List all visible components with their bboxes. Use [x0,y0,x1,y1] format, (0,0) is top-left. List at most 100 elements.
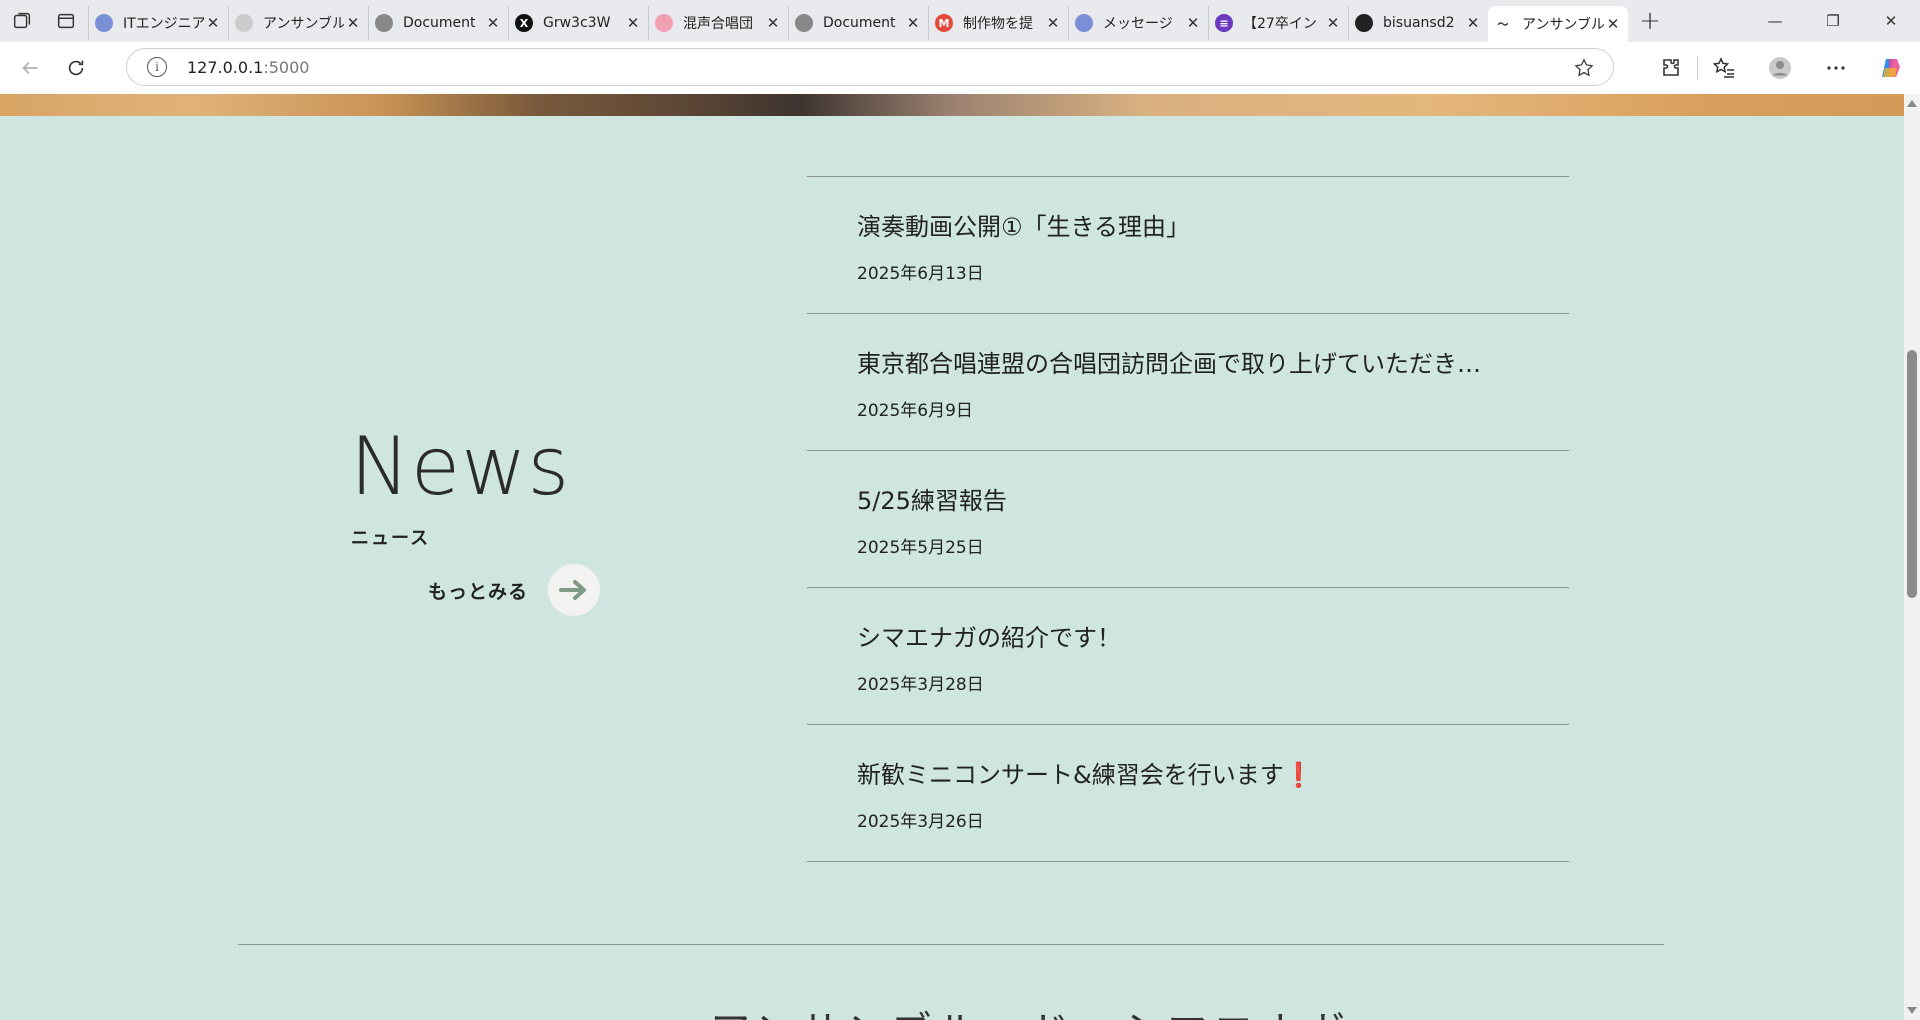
close-tab-icon[interactable]: ✕ [344,14,362,32]
back-button[interactable] [8,46,52,90]
close-tab-icon[interactable]: ✕ [1184,14,1202,32]
close-tab-icon[interactable]: ✕ [1604,15,1622,33]
scroll-up-arrow-icon[interactable] [1907,100,1917,107]
github-icon [1355,14,1373,32]
exclamation-icon: ❗ [1283,761,1314,789]
x-logo-icon: X [515,14,533,32]
back-arrow-icon [22,61,38,75]
more-news-arrow-button[interactable] [548,564,601,616]
window-controls: — ❐ ✕ [1746,0,1920,42]
news-item[interactable]: 新歓ミニコンサート&練習会を行います❗ 2025年3月26日 [807,725,1569,862]
tab-label: メッセージ [1103,16,1173,32]
new-tab-button[interactable]: + [1628,0,1672,42]
news-item[interactable]: 5/25練習報告 2025年5月25日 [807,451,1569,588]
browser-tab[interactable]: 混声合唱団 ✕ [648,6,788,40]
tab-label: bisuansd2 [1383,15,1455,31]
tab-label: Document [823,15,896,31]
news-list: 演奏動画公開①「生きる理由」 2025年6月13日東京都合唱連盟の合唱団訪問企画で… [807,176,1569,862]
browser-tab[interactable]: Document ✕ [788,6,928,40]
toolbar-right [1645,42,1920,94]
site-info-icon[interactable]: i [147,57,167,77]
more-dots-icon [1827,66,1845,70]
form-icon: ≡ [1215,14,1233,32]
profile-button[interactable] [1750,42,1810,94]
news-item-date: 2025年6月13日 [857,264,984,284]
minimize-button[interactable]: — [1746,0,1804,42]
browser-tab[interactable]: 〜アンサンブル ✕ [1488,6,1628,42]
scroll-down-arrow-icon[interactable] [1907,1007,1917,1014]
globe-icon [375,14,393,32]
news-item[interactable]: シマエナガの紹介です！ 2025年3月28日 [807,588,1569,725]
more-news-label: もっとみる [428,580,529,603]
copilot-button[interactable] [1862,42,1920,94]
browser-tab[interactable]: アンサンブル ✕ [228,6,368,40]
page-scrollbar[interactable] [1904,94,1920,1020]
refresh-button[interactable] [54,46,98,90]
tab-label: 混声合唱団 [683,16,753,32]
settings-menu-button[interactable] [1810,42,1862,94]
favorite-star-icon[interactable] [1573,57,1595,79]
close-tab-icon[interactable]: ✕ [624,14,642,32]
news-item-title[interactable]: シマエナガの紹介です！ [857,618,1507,653]
browser-toolbar: i 127.0.0.1:5000 [0,42,1920,95]
globe-blue-icon [95,14,113,32]
hero-image-bottom [0,94,1904,116]
news-item[interactable]: 演奏動画公開①「生きる理由」 2025年6月13日 [807,177,1569,314]
arrow-right-icon [559,580,587,600]
extensions-button[interactable] [1645,42,1697,94]
news-item-title[interactable]: 5/25練習報告 [857,481,1507,516]
news-item-date: 2025年6月9日 [857,401,973,421]
news-item-date: 2025年5月25日 [857,538,984,558]
refresh-icon [68,60,84,76]
section-divider [238,944,1664,945]
browser-tab[interactable]: ≡ 【27卒イン ✕ [1208,6,1348,40]
close-tab-icon[interactable]: ✕ [1044,14,1062,32]
tab-label: 【27卒イン [1243,16,1317,32]
browser-tab[interactable]: M 制作物を提 ✕ [928,6,1068,40]
news-item-title-text: 新歓ミニコンサート&練習会を行います [857,761,1284,789]
news-item-title-text: シマエナガの紹介です！ [857,624,1121,652]
close-tab-icon[interactable]: ✕ [904,14,922,32]
close-tab-icon[interactable]: ✕ [764,14,782,32]
close-tab-icon[interactable]: ✕ [1464,14,1482,32]
browser-tab[interactable]: Document ✕ [368,6,508,40]
tab-label: Document [403,15,476,31]
tab-label: アンサンブル [1522,17,1604,33]
news-item[interactable]: 東京都合唱連盟の合唱団訪問企画で取り上げていただき… 2025年6月9日 [807,314,1569,451]
news-item-date: 2025年3月26日 [857,812,984,832]
tab-label: ITエンジニア [123,16,204,32]
browser-tab[interactable]: メッセージ ✕ [1068,6,1208,40]
url-text[interactable]: 127.0.0.1:5000 [187,58,309,77]
close-tab-icon[interactable]: ✕ [204,14,222,32]
close-tab-icon[interactable]: ✕ [484,14,502,32]
more-news-link[interactable]: もっとみる [428,564,601,616]
news-item-title-text: 演奏動画公開①「生きる理由」 [857,213,1191,241]
bird-icon: 〜 [1497,18,1509,31]
close-window-button[interactable]: ✕ [1862,0,1920,42]
avatar-icon [1769,57,1791,79]
browser-tab[interactable]: ITエンジニア ✕ [88,6,228,40]
address-bar[interactable]: i 127.0.0.1:5000 [126,48,1614,86]
scrollbar-thumb[interactable] [1907,350,1917,598]
news-item-title[interactable]: 演奏動画公開①「生きる理由」 [857,207,1507,242]
news-item-title[interactable]: 新歓ミニコンサート&練習会を行います❗ [857,755,1507,790]
next-section-heading: アンサンブル・ド・シマエナガ [710,999,1351,1020]
tab-actions-icon[interactable] [44,0,88,42]
news-item-title[interactable]: 東京都合唱連盟の合唱団訪問企画で取り上げていただき… [857,344,1507,379]
favorites-list-icon [1712,57,1734,78]
browser-tab[interactable]: X Grw3c3W ✕ [508,6,648,40]
search-logo-icon [235,14,253,32]
workspaces-icon[interactable] [0,0,44,42]
news-item-date: 2025年3月28日 [857,675,984,695]
favorites-button[interactable] [1698,42,1750,94]
tab-label: 制作物を提 [963,16,1033,32]
close-tab-icon[interactable]: ✕ [1324,14,1342,32]
browser-tab-bar: ITエンジニア ✕ アンサンブル ✕ Document ✕ X Grw3c3W ✕ 混声合唱団 ✕ D… [0,0,1920,42]
globe-blue-icon [1075,14,1093,32]
sparkle-icon [655,14,673,32]
restore-button[interactable]: ❐ [1804,0,1862,42]
globe-icon [795,14,813,32]
browser-tab[interactable]: bisuansd2 ✕ [1348,6,1488,40]
news-item-title-text: 5/25練習報告 [857,487,1007,515]
tab-label: Grw3c3W [543,15,611,31]
